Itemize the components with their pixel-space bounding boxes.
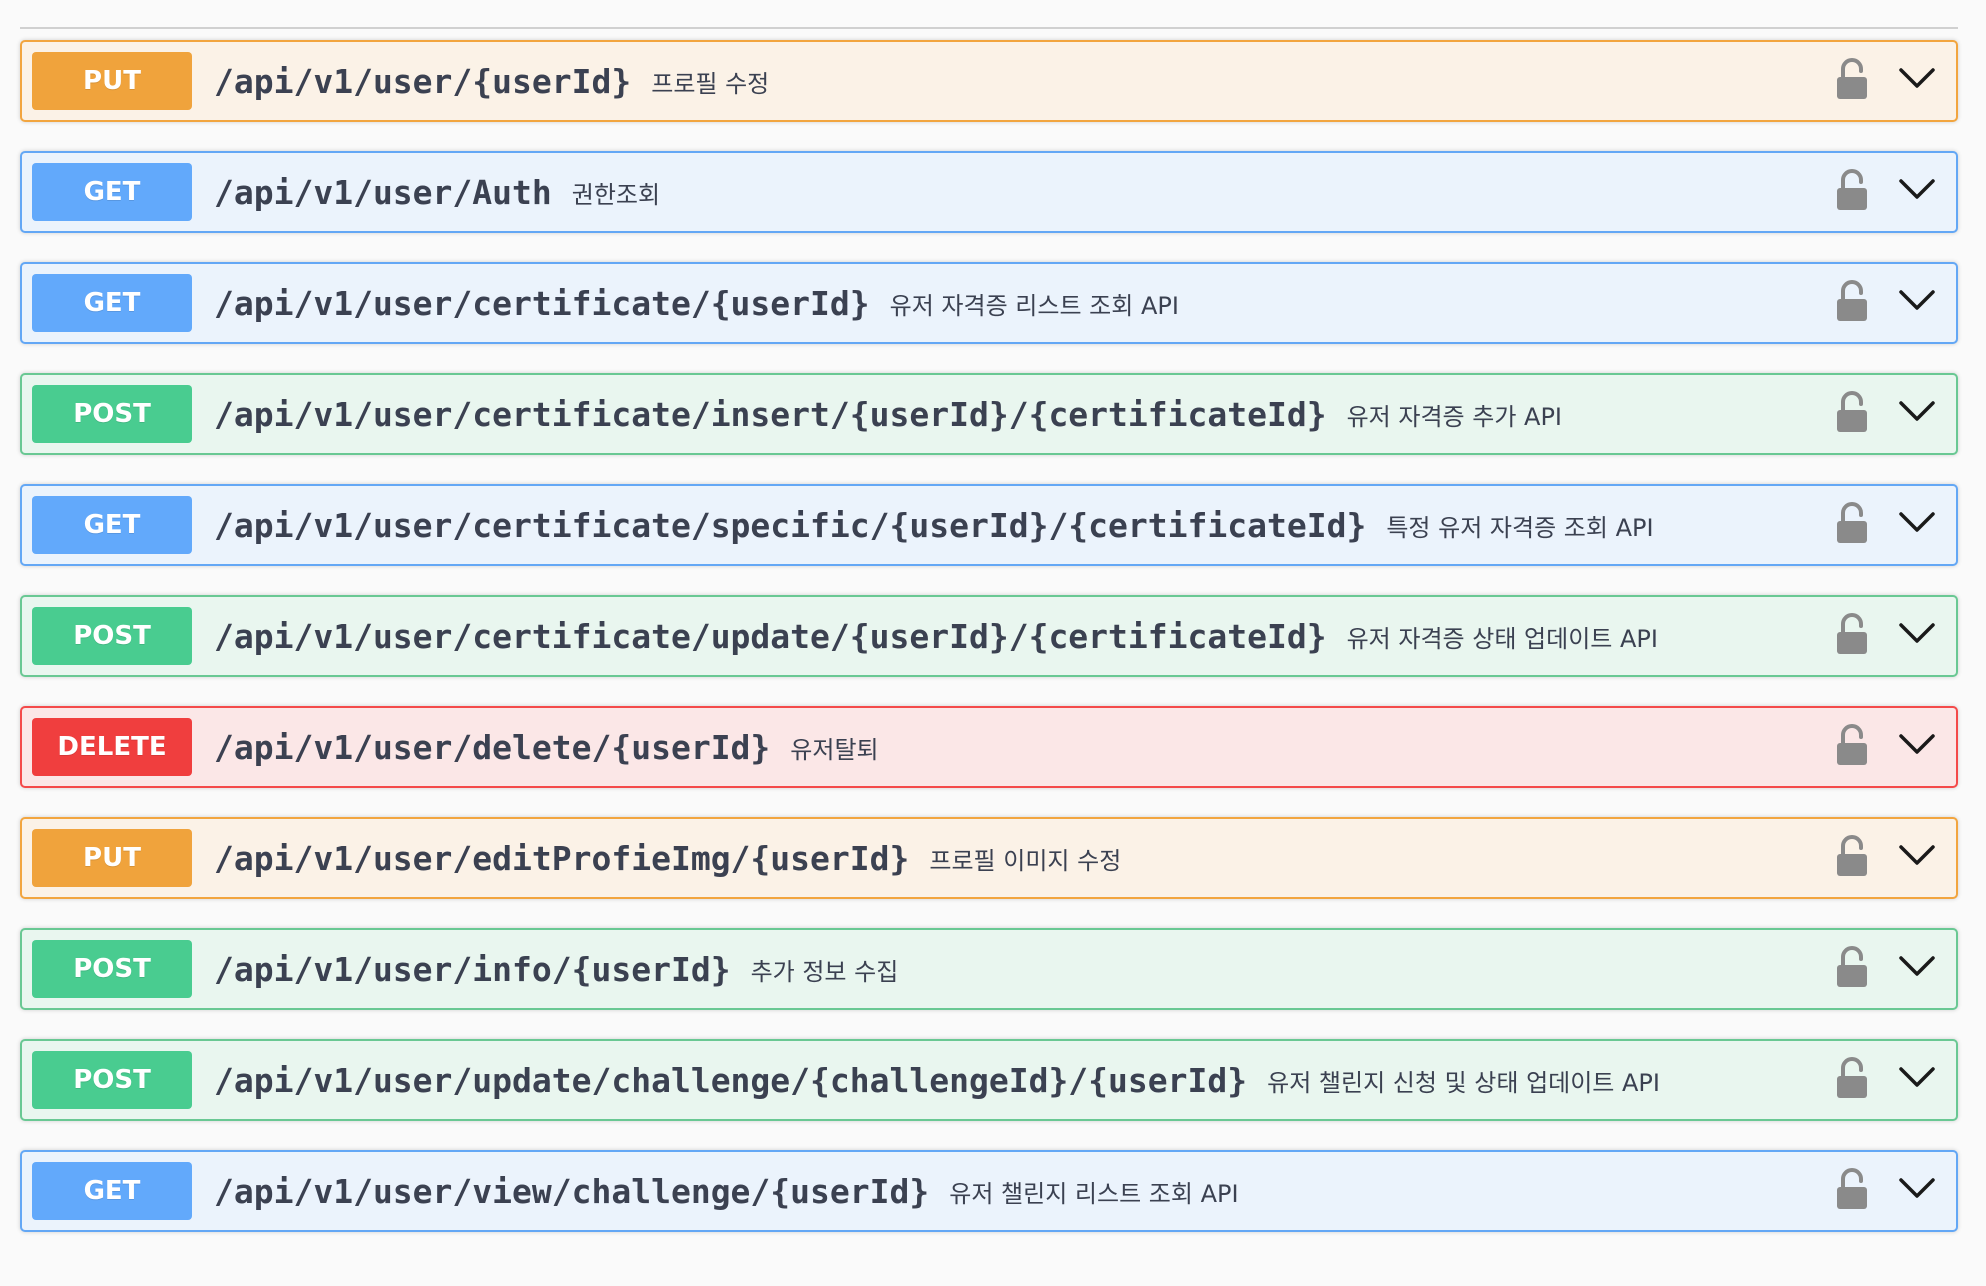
method-badge: POST [32,607,192,665]
opblock-post[interactable]: POST/api/v1/user/update/challenge/{chall… [20,1039,1958,1121]
method-badge: GET [32,163,192,221]
section-divider [20,27,1958,29]
lock-open-icon[interactable] [1836,502,1868,544]
endpoint-path[interactable]: /api/v1/user/certificate/specific/{userI… [214,506,1366,545]
method-badge: POST [32,385,192,443]
endpoint-path[interactable]: /api/v1/user/update/challenge/{challenge… [214,1061,1247,1100]
endpoint-path[interactable]: /api/v1/user/certificate/{userId} [214,284,870,323]
endpoint-path[interactable]: /api/v1/user/info/{userId} [214,950,731,989]
opblock-post[interactable]: POST/api/v1/user/certificate/insert/{use… [20,373,1958,455]
method-badge: PUT [32,829,192,887]
endpoint-path[interactable]: /api/v1/user/certificate/update/{userId}… [214,617,1327,656]
endpoint-path[interactable]: /api/v1/user/certificate/insert/{userId}… [214,395,1327,434]
endpoint-summary: 유저 자격증 추가 API [1346,402,1563,431]
chevron-down-icon[interactable] [1898,843,1936,869]
endpoint-path[interactable]: /api/v1/user/delete/{userId} [214,728,770,767]
chevron-down-icon[interactable] [1898,954,1936,980]
chevron-down-icon[interactable] [1898,288,1936,314]
endpoint-path[interactable]: /api/v1/user/editProfieImg/{userId} [214,839,909,878]
lock-open-icon[interactable] [1836,835,1868,877]
opblock-get[interactable]: GET/api/v1/user/view/challenge/{userId} 유… [20,1150,1958,1232]
opblock-get[interactable]: GET/api/v1/user/Auth 권한조회 [20,151,1958,233]
method-badge: POST [32,1051,192,1109]
endpoint-summary: 특정 유저 자격증 조회 API [1386,513,1654,542]
endpoint-path[interactable]: /api/v1/user/Auth [214,173,552,212]
chevron-down-icon[interactable] [1898,1176,1936,1202]
lock-open-icon[interactable] [1836,391,1868,433]
method-badge: GET [32,274,192,332]
chevron-down-icon[interactable] [1898,399,1936,425]
lock-open-icon[interactable] [1836,946,1868,988]
lock-open-icon[interactable] [1836,613,1868,655]
chevron-down-icon[interactable] [1898,177,1936,203]
lock-open-icon[interactable] [1836,1168,1868,1210]
endpoint-summary: 유저 자격증 상태 업데이트 API [1346,624,1658,653]
opblock-post[interactable]: POST/api/v1/user/info/{userId} 추가 정보 수집 [20,928,1958,1010]
lock-open-icon[interactable] [1836,1057,1868,1099]
lock-open-icon[interactable] [1836,280,1868,322]
chevron-down-icon[interactable] [1898,510,1936,536]
opblock-post[interactable]: POST/api/v1/user/certificate/update/{use… [20,595,1958,677]
lock-open-icon[interactable] [1836,724,1868,766]
chevron-down-icon[interactable] [1898,1065,1936,1091]
endpoint-summary: 유저 자격증 리스트 조회 API [889,291,1179,320]
opblock-put[interactable]: PUT/api/v1/user/{userId} 프로필 수정 [20,40,1958,122]
chevron-down-icon[interactable] [1898,732,1936,758]
endpoint-summary: 유저 챌린지 리스트 조회 API [949,1179,1239,1208]
method-badge: DELETE [32,718,192,776]
endpoint-summary: 프로필 이미지 수정 [929,846,1122,875]
method-badge: GET [32,496,192,554]
endpoint-summary: 프로필 수정 [651,69,770,98]
method-badge: POST [32,940,192,998]
endpoint-path[interactable]: /api/v1/user/view/challenge/{userId} [214,1172,929,1211]
method-badge: GET [32,1162,192,1220]
opblock-put[interactable]: PUT/api/v1/user/editProfieImg/{userId} 프로… [20,817,1958,899]
swagger-operations-panel: PUT/api/v1/user/{userId} 프로필 수정 GET/api/v1… [0,0,1986,1286]
endpoint-path[interactable]: /api/v1/user/{userId} [214,62,631,101]
endpoint-list: PUT/api/v1/user/{userId} 프로필 수정 GET/api/v1… [20,40,1958,1261]
endpoint-summary: 추가 정보 수집 [750,957,899,986]
opblock-delete[interactable]: DELETE/api/v1/user/delete/{userId} 유저탈퇴 [20,706,1958,788]
opblock-get[interactable]: GET/api/v1/user/certificate/specific/{us… [20,484,1958,566]
opblock-get[interactable]: GET/api/v1/user/certificate/{userId} 유저 자… [20,262,1958,344]
chevron-down-icon[interactable] [1898,66,1936,92]
endpoint-summary: 유저탈퇴 [790,735,879,764]
chevron-down-icon[interactable] [1898,621,1936,647]
lock-open-icon[interactable] [1836,169,1868,211]
endpoint-summary: 유저 챌린지 신청 및 상태 업데이트 API [1267,1068,1660,1097]
method-badge: PUT [32,52,192,110]
endpoint-summary: 권한조회 [571,180,661,209]
lock-open-icon[interactable] [1836,58,1868,100]
